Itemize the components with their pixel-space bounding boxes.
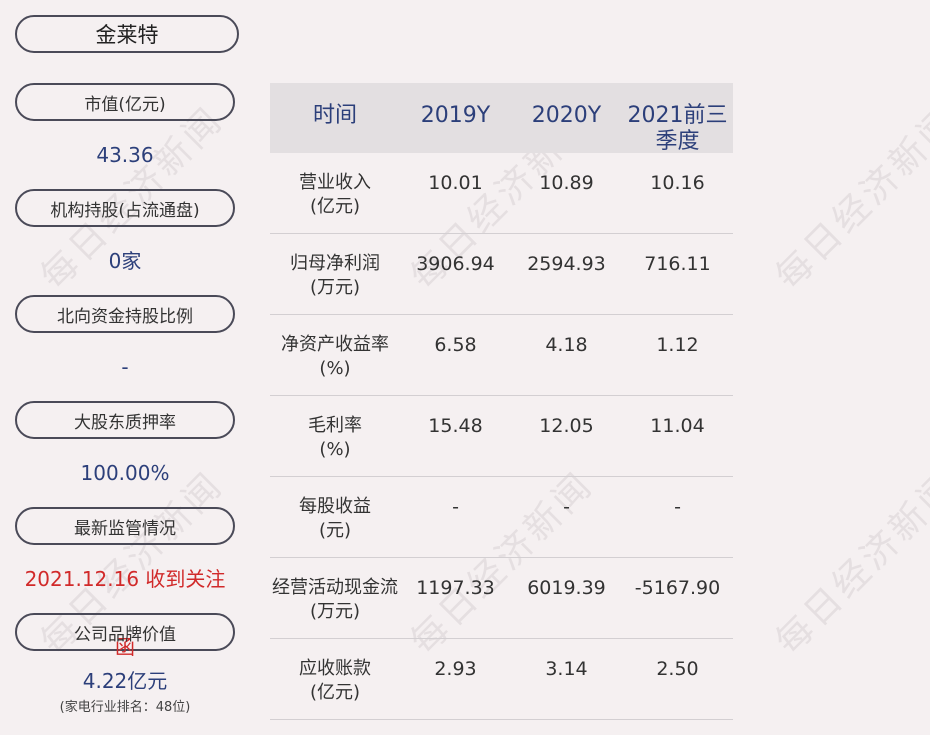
- row-value: 10.01: [428, 172, 483, 194]
- header-2021q3: 2021前三季度: [627, 103, 728, 155]
- watermark: 每日经济新闻: [768, 99, 930, 298]
- row-value: 3906.94: [416, 253, 495, 275]
- header-2020: 2020Y: [531, 103, 602, 128]
- row-value: 2594.93: [527, 253, 606, 275]
- northbound-ratio-label: 北向资金持股比例: [15, 295, 235, 333]
- company-name-pill: 金莱特: [15, 15, 239, 53]
- row-value: 2.50: [656, 658, 699, 680]
- watermark: 每日经济新闻: [768, 464, 930, 663]
- row-value: 11.04: [650, 415, 705, 437]
- regulatory-status-value: 2021.12.16 收到关注函: [24, 567, 226, 659]
- row-value: -: [563, 496, 570, 518]
- header-period: 时间: [312, 103, 357, 128]
- table-header: 时间 2019Y 2020Y 2021前三季度: [270, 83, 733, 155]
- row-value: -: [674, 496, 681, 518]
- pledge-ratio-value: 100.00%: [80, 461, 170, 485]
- row-label: 应收账款 (亿元): [299, 658, 371, 703]
- row-value: 1.12: [656, 334, 699, 356]
- row-value: 4.18: [545, 334, 588, 356]
- table-row: 净资产收益率 (%) 6.58 4.18 1.12: [270, 315, 733, 396]
- brand-value-value: 4.22亿元: [82, 669, 168, 693]
- table-row: 归母净利润 (万元) 3906.94 2594.93 716.11: [270, 234, 733, 315]
- row-value: 1197.33: [416, 577, 495, 599]
- table-row: 毛利率 (%) 15.48 12.05 11.04: [270, 396, 733, 477]
- institutional-holding-value: 0家: [108, 249, 142, 273]
- row-value: 6.58: [434, 334, 477, 356]
- table-row: 每股收益 (元) - - -: [270, 477, 733, 558]
- row-value: -: [452, 496, 459, 518]
- row-value: 10.89: [539, 172, 594, 194]
- table-row: 应收账款 (亿元) 2.93 3.14 2.50: [270, 639, 733, 720]
- row-value: 6019.39: [527, 577, 606, 599]
- market-cap-label: 市值(亿元): [15, 83, 235, 121]
- institutional-holding-label: 机构持股(占流通盘): [15, 189, 235, 227]
- table-row: 经营活动现金流 (万元) 1197.33 6019.39 -5167.90: [270, 558, 733, 639]
- row-label: 营业收入 (亿元): [299, 172, 371, 217]
- row-label: 净资产收益率 (%): [281, 334, 389, 379]
- row-value: 15.48: [428, 415, 483, 437]
- northbound-ratio-value: -: [121, 355, 129, 379]
- row-value: -5167.90: [634, 577, 721, 599]
- row-label: 每股收益 (元): [299, 496, 371, 541]
- row-label: 毛利率 (%): [308, 415, 362, 460]
- market-cap-value: 43.36: [96, 143, 154, 167]
- row-value: 3.14: [545, 658, 588, 680]
- regulatory-status-label: 最新监管情况: [15, 507, 235, 545]
- table-row: 营业收入 (亿元) 10.01 10.89 10.16: [270, 153, 733, 234]
- header-2019: 2019Y: [420, 103, 491, 128]
- brand-value-rank-note: (家电行业排名：48位): [59, 700, 191, 715]
- pledge-ratio-label: 大股东质押率: [15, 401, 235, 439]
- row-value: 10.16: [650, 172, 705, 194]
- row-label: 经营活动现金流 (万元): [272, 577, 398, 622]
- financial-table: 时间 2019Y 2020Y 2021前三季度 营业收入 (亿元) 10.01 1…: [270, 83, 733, 720]
- row-value: 2.93: [434, 658, 477, 680]
- row-value: 716.11: [644, 253, 711, 275]
- metrics-column: 市值(亿元) 43.36 机构持股(占流通盘) 0家 北向资金持股比例 - 大股…: [15, 83, 235, 719]
- row-value: 12.05: [539, 415, 594, 437]
- row-label: 归母净利润 (万元): [290, 253, 380, 298]
